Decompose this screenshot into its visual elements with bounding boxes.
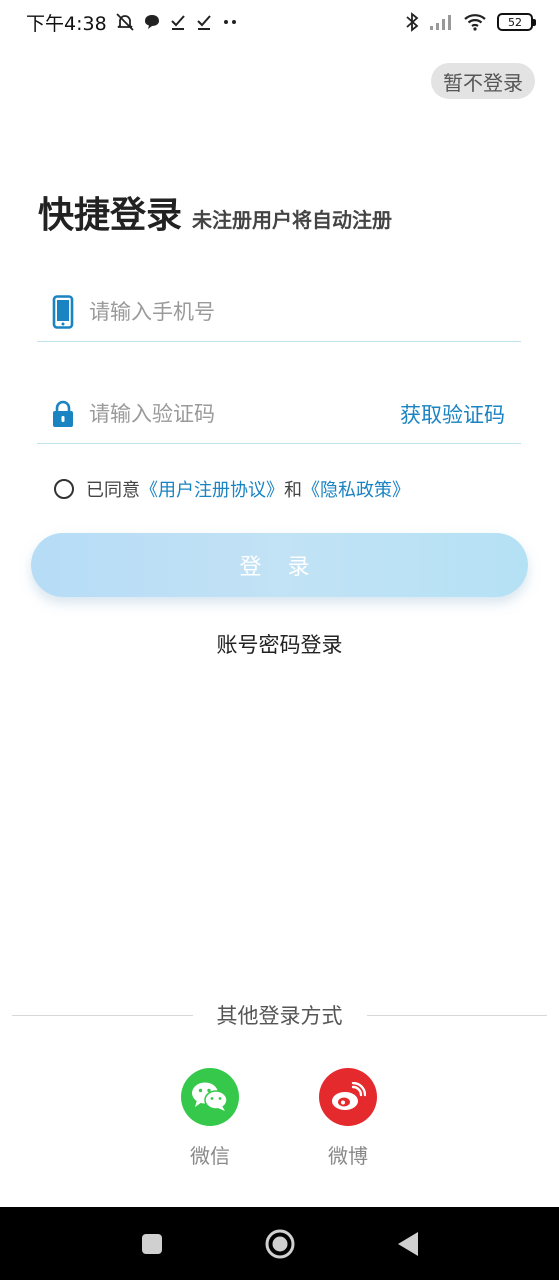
recents-button[interactable]	[140, 1232, 164, 1256]
agreement-row: 已同意 《用户注册协议》 和 《隐私政策》	[54, 476, 410, 502]
weibo-label: 微博	[328, 1144, 368, 1168]
wechat-label: 微信	[190, 1144, 230, 1168]
back-button[interactable]	[396, 1231, 420, 1257]
login-button[interactable]: 登 录	[31, 533, 528, 597]
mute-bell-icon	[115, 12, 135, 32]
bluetooth-icon	[405, 12, 419, 32]
agreement-prefix: 已同意	[86, 480, 140, 501]
wechat-icon[interactable]	[181, 1068, 239, 1126]
privacy-policy-link[interactable]: 《隐私政策》	[302, 476, 410, 502]
chat-bubble-icon	[143, 13, 161, 31]
home-button[interactable]	[264, 1228, 296, 1260]
lock-icon	[37, 384, 89, 444]
weibo-icon[interactable]	[319, 1068, 377, 1126]
wechat-login-button[interactable]: 微信	[170, 1068, 250, 1169]
get-code-button[interactable]: 获取验证码	[400, 399, 521, 429]
other-login-divider: 其他登录方式	[12, 1000, 547, 1030]
weibo-login-button[interactable]: 微博	[308, 1068, 388, 1169]
signal-icon	[429, 13, 453, 31]
page-title: 快捷登录	[38, 195, 183, 236]
wifi-icon	[463, 13, 487, 31]
code-input[interactable]	[89, 401, 400, 426]
check-icon	[195, 13, 213, 31]
status-right: 52	[405, 12, 536, 32]
title-row: 快捷登录 未注册用户将自动注册	[38, 186, 392, 238]
status-bar: 下午4:38 52	[0, 0, 559, 44]
password-login-link[interactable]: 账号密码登录	[0, 629, 559, 659]
user-agreement-link[interactable]: 《用户注册协议》	[140, 476, 284, 502]
code-field: 获取验证码	[37, 384, 521, 444]
divider-line	[12, 1014, 193, 1016]
phone-input[interactable]	[89, 299, 521, 324]
divider-line	[366, 1014, 547, 1016]
other-login-title: 其他登录方式	[216, 1004, 343, 1028]
status-left: 下午4:38	[26, 9, 239, 36]
battery-icon: 52	[497, 13, 536, 31]
check-icon	[169, 13, 187, 31]
agreement-and: 和	[284, 480, 302, 501]
skip-login-button[interactable]: 暂不登录	[431, 63, 535, 99]
agree-radio[interactable]	[54, 479, 74, 499]
more-dots-icon	[221, 17, 239, 27]
system-nav-bar	[0, 1207, 559, 1280]
status-time: 下午4:38	[26, 12, 107, 35]
phone-icon	[37, 282, 89, 342]
page-subtitle: 未注册用户将自动注册	[192, 208, 393, 232]
phone-field	[37, 282, 521, 342]
